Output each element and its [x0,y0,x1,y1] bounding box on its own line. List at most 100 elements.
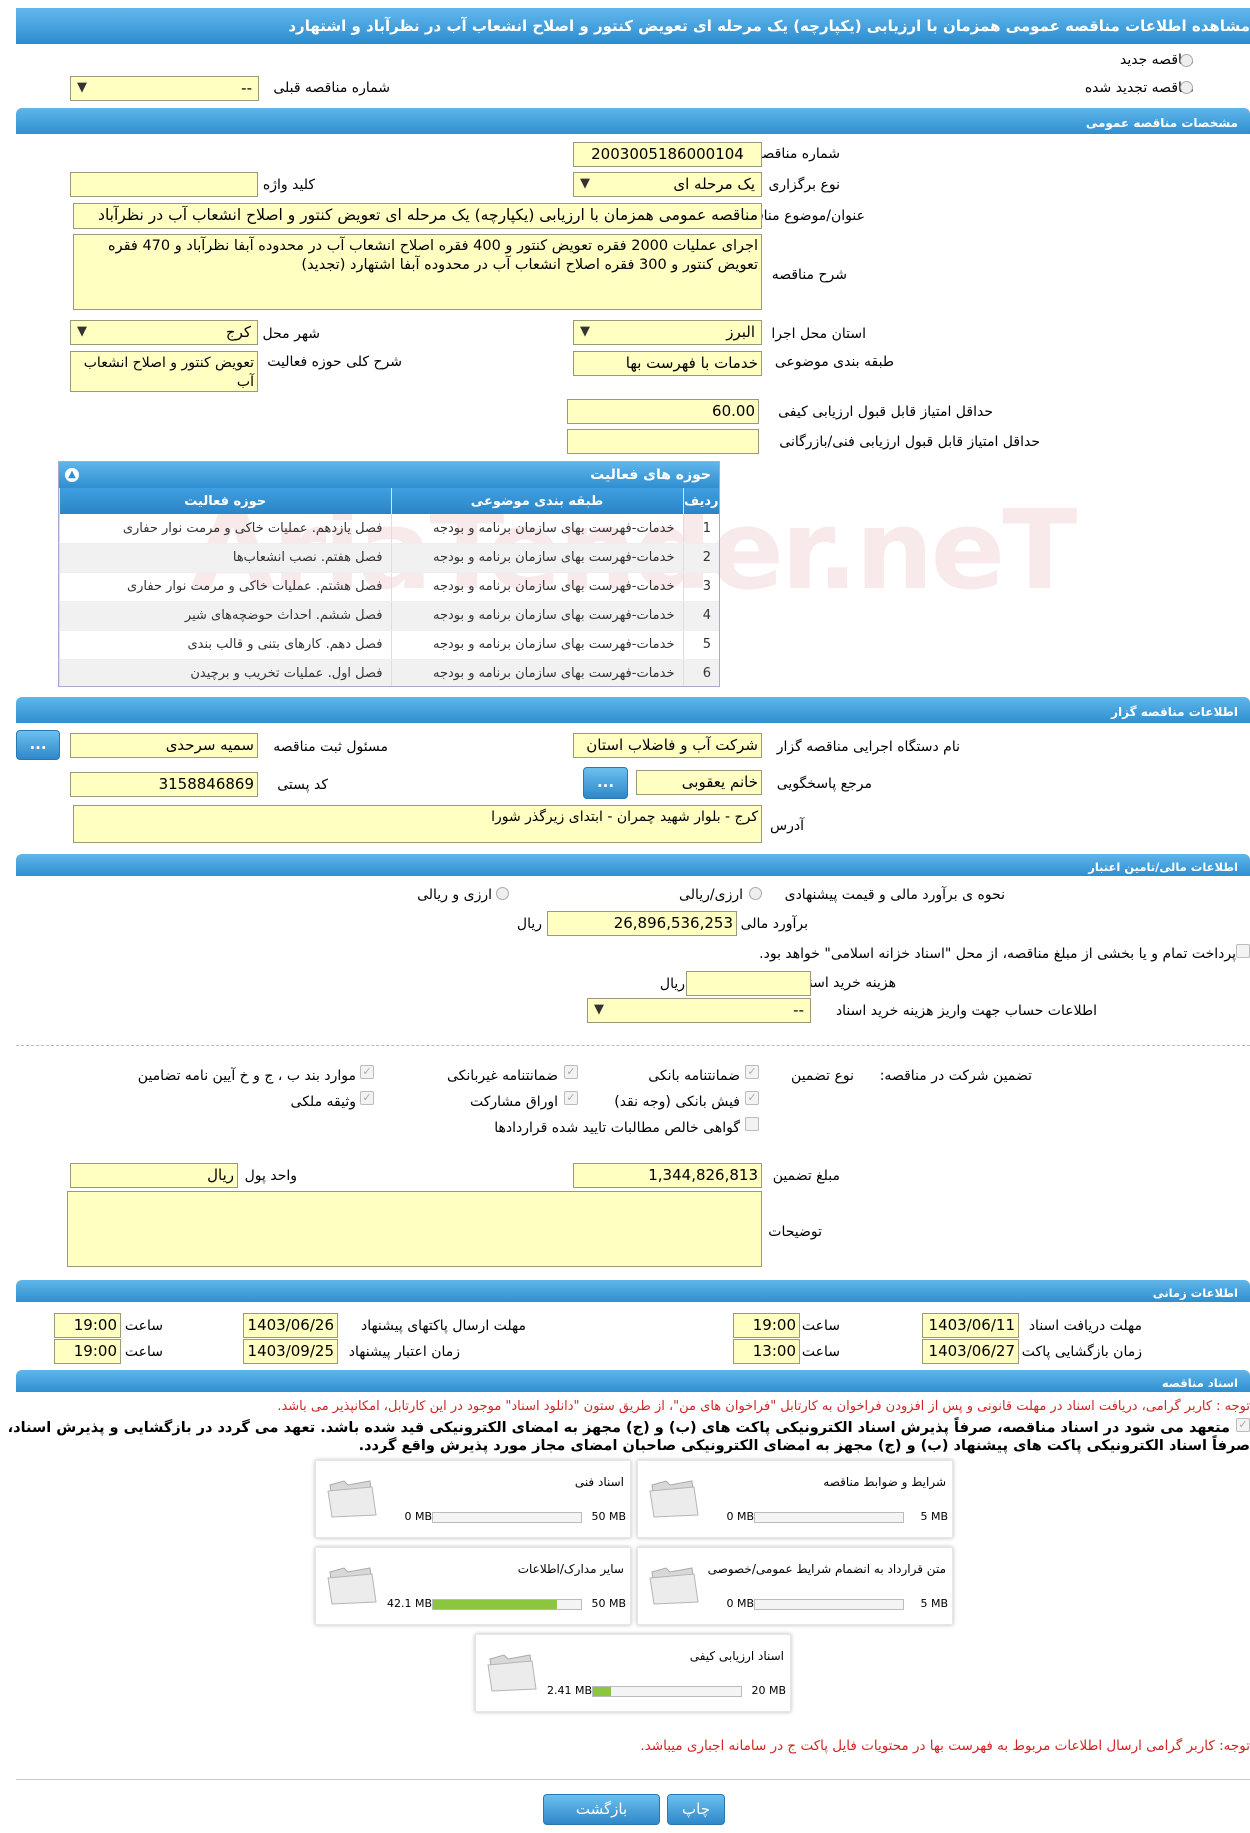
col-area: حوزه فعالیت [59,488,391,514]
renewed-tender-radio[interactable] [1180,81,1193,94]
postal-label: کد پستی [277,777,328,793]
table-row: 6 خدمات-فهرست بهای سازمان برنامه و بودجه… [59,659,719,686]
doc-card-other[interactable]: سایر مدارک/اطلاعات 42.1 MB 50 MB [315,1547,631,1625]
account-select[interactable]: -- ▼ [587,998,811,1023]
doc-card-used: 42.1 MB [386,1597,432,1610]
receivables-cert-checkbox[interactable] [745,1117,759,1131]
doc-card-quality[interactable]: اسناد ارزیابی کیفی 2.41 MB 20 MB [475,1634,791,1712]
footer-divider [16,1779,1250,1780]
prev-tender-select[interactable]: -- ▼ [70,76,259,101]
registrar-more-button[interactable]: ... [16,730,60,760]
doc-card-progress [754,1599,904,1610]
method-opt2-label: ارزی و ریالی [417,887,492,903]
doc-time-field: 19:00 [733,1313,800,1338]
folder-icon [649,1567,699,1605]
org-label: نام دستگاه اجرایی مناقصه گزار [776,739,960,755]
doc-card-used: 2.41 MB [546,1684,592,1697]
back-button[interactable]: بازگشت [543,1794,660,1825]
documents-section-header: اسناد مناقصه [16,1370,1250,1392]
chevron-down-icon: ▼ [77,324,87,339]
desc-label: شرح مناقصه [771,267,847,283]
min-tech-label: حداقل امتیاز قابل قبول ارزیابی فنی/بازرگ… [779,434,1040,450]
nonbank-guarantee-checkbox[interactable]: ✓ [564,1065,578,1079]
type-select[interactable]: یک مرحله ای ▼ [573,172,762,197]
doc-card-progress [592,1686,742,1697]
clauses-checkbox[interactable]: ✓ [360,1065,374,1079]
submit-deadline-label: مهلت ارسال پاکتهای پیشنهاد [360,1318,526,1334]
activity-desc-label: شرح کلی حوزه فعالیت [267,354,402,370]
submit-time-label: ساعت [124,1318,163,1334]
folder-icon [327,1480,377,1518]
doc-card-progress [754,1512,904,1523]
doc-cost-field [686,971,811,996]
doc-time-label: ساعت [801,1318,840,1334]
col-category: طبقه بندی موضوعی [390,488,683,514]
min-tech-field [567,429,759,454]
open-time-label: ساعت [801,1344,840,1360]
doc-card-technical[interactable]: اسناد فنی 0 MB 50 MB [315,1460,631,1538]
min-quality-label: حداقل امتیاز قابل قبول ارزیابی کیفی [778,404,993,420]
account-label: اطلاعات حساب جهت واریز هزینه خرید اسناد [835,1003,1097,1019]
col-row: ردیف [682,488,719,514]
doc-card-progress [432,1512,582,1523]
currency-label: واحد پول [244,1168,297,1184]
doc-card-progress-fill [433,1600,558,1609]
treasury-text: پرداخت تمام و یا بخشی از مبلغ مناقصه، از… [759,946,1236,962]
activity-desc-field: تعویض کنتور و اصلاح انشعاب آب [70,351,258,392]
activities-grid-header: حوزه های فعالیت ▲ [59,462,719,488]
address-label: آدرس [770,818,804,834]
estimate-label: برآورد مالی [740,916,808,932]
desc-field: اجرای عملیات 2000 فقره تعویض کنتور و 400… [73,234,762,310]
doc-card-max: 5 MB [920,1597,948,1610]
property-collateral-checkbox[interactable]: ✓ [360,1091,374,1105]
new-tender-radio[interactable] [1180,54,1193,67]
page-title: مشاهده اطلاعات مناقصه عمومی همزمان با ار… [16,8,1250,44]
method-currency-and-rial-radio[interactable] [496,887,509,900]
doc-card-max: 5 MB [920,1510,948,1523]
bank-guarantee-checkbox[interactable]: ✓ [745,1065,759,1079]
doc-card-used: 0 MB [726,1510,754,1523]
divider [16,1045,1250,1046]
city-select[interactable]: کرج ▼ [70,320,258,345]
chevron-down-icon: ▼ [77,80,87,95]
opt-cash-receipt: فیش بانکی (وجه نقد) [614,1094,740,1110]
address-field: کرج - بلوار شهید چمران - ابتدای زیرگذر ش… [73,805,762,843]
commitment-checkbox[interactable]: ✓ [1236,1418,1250,1432]
doc-card-used: 0 MB [404,1510,432,1523]
doc-card-name: اسناد فنی [574,1475,624,1489]
org-field: شرکت آب و فاضلاب استان [573,733,762,758]
registrar-label: مسئول ثبت مناقصه [273,739,388,755]
estimate-unit: ریال [516,916,542,932]
ref-field: خانم یعقوبی [636,770,762,795]
subject-field: مناقصه عمومی همزمان با ارزیابی (یکپارچه)… [73,203,762,229]
doc-card-name: شرایط و ضوابط مناقصه [823,1475,946,1489]
ref-more-button[interactable]: ... [583,767,628,799]
general-section-header: مشخصات مناقصه عمومی [16,108,1250,134]
doc-card-name: اسناد ارزیابی کیفی [689,1649,784,1663]
validity-time-field: 19:00 [54,1339,121,1364]
ref-label: مرجع پاسخگویی [776,776,872,792]
province-select[interactable]: البرز ▼ [573,320,762,345]
currency-field: ریال [70,1163,238,1188]
opt-bonds: اوراق مشارکت [469,1094,558,1110]
doc-card-conditions[interactable]: شرایط و ضوابط مناقصه 0 MB 5 MB [637,1460,953,1538]
doc-card-contract[interactable]: متن قرارداد به انضمام شرایط عمومی/خصوصی … [637,1547,953,1625]
submit-deadline-field: 1403/06/26 [243,1313,338,1338]
price-list-notice: توجه: کاربر گرامی ارسال اطلاعات مربوط به… [640,1738,1250,1754]
method-opt1-label: ارزی/ریالی [679,887,743,903]
collapse-icon[interactable]: ▲ [65,468,79,482]
cash-receipt-checkbox[interactable]: ✓ [745,1091,759,1105]
doc-card-max: 50 MB [591,1597,626,1610]
category-label: طبقه بندی موضوعی [774,354,894,370]
doc-card-progress-fill [593,1687,611,1696]
method-currency-rial-radio[interactable] [749,887,762,900]
amount-label: مبلغ تضمین [772,1168,840,1184]
opt-receivables-cert: گواهی خالص مطالبات تایید شده قراردادها [494,1120,740,1136]
table-row: 2 خدمات-فهرست بهای سازمان برنامه و بودجه… [59,543,719,573]
treasury-checkbox[interactable] [1236,944,1250,958]
bonds-checkbox[interactable]: ✓ [564,1091,578,1105]
submit-time-field: 19:00 [54,1313,121,1338]
opt-bank-guarantee: ضمانتنامه بانکی [648,1068,740,1084]
print-button[interactable]: چاپ [667,1794,725,1825]
chevron-down-icon: ▼ [594,1002,604,1017]
